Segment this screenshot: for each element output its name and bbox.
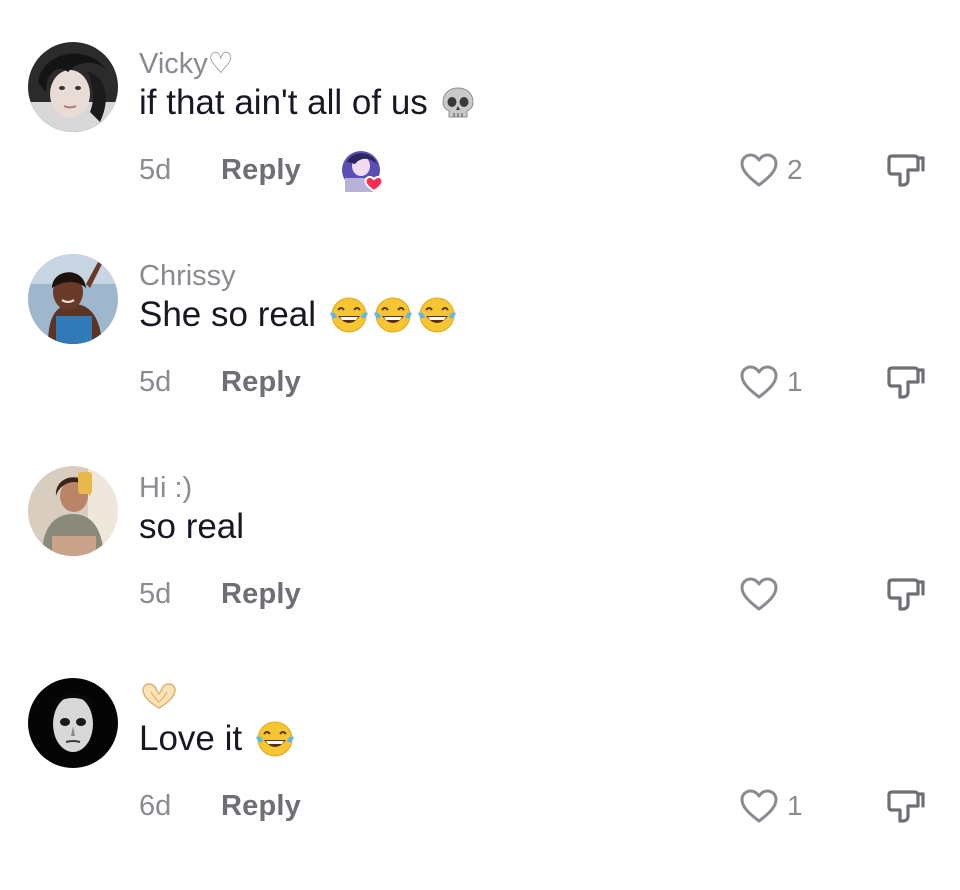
emoji-group [328,295,458,335]
comment-time: 5d [139,153,172,186]
heart-outline-icon [740,153,778,187]
comment-text-content: She so real [139,295,317,334]
dislike-button[interactable] [886,150,926,190]
like-button[interactable]: 1 [739,362,803,402]
reply-button[interactable]: Reply [221,790,301,823]
thumbs-down-icon [887,154,925,187]
comment-text: so real [139,504,244,550]
comment-time: 6d [139,789,172,822]
dislike-button[interactable] [886,362,926,402]
comment-meta: 5d Reply [139,362,301,402]
emoji-group [440,85,476,121]
heart-outline-icon [740,365,778,399]
dislike-button[interactable] [886,574,926,614]
heart-outline-icon [740,789,778,823]
avatar[interactable] [28,254,118,344]
comment-item: Hi :) so real 5d Reply [0,466,960,678]
thumbs-down-icon [887,578,925,611]
heart-hands-emoji [142,683,176,709]
comment-time: 5d [139,577,172,610]
thumbs-down-icon [887,366,925,399]
comment-meta: 5d Reply [139,150,384,193]
comment-text-content: if that ain't all of us [139,83,428,122]
tears-of-joy-emoji [330,297,369,333]
dislike-button[interactable] [886,786,926,826]
like-button[interactable] [739,574,787,614]
username[interactable]: Hi :) [139,470,192,506]
emoji-group [254,719,296,759]
thumbs-down-icon [887,790,925,823]
skull-emoji [442,87,474,118]
like-count: 1 [787,366,803,397]
username[interactable]: Chrissy [139,258,236,294]
like-button[interactable]: 1 [739,786,803,826]
reply-button[interactable]: Reply [221,154,301,187]
comment-text: She so real [139,292,458,338]
tears-of-joy-emoji [374,297,413,333]
reply-button[interactable]: Reply [221,578,301,611]
comment-item: Vicky♡ if that ain't all of us 5d Reply [0,42,960,254]
avatar[interactable] [28,678,118,768]
comment-time: 5d [139,365,172,398]
comment-text: if that ain't all of us [139,80,476,126]
comment-meta: 6d Reply [139,786,301,826]
like-count: 2 [787,154,803,185]
username[interactable]: Vicky♡ [139,46,234,82]
like-button[interactable]: 2 [739,150,803,190]
comment-text: Love it [139,716,296,762]
comment-item: Love it 6d Reply 1 [0,678,960,890]
comment-meta: 5d Reply [139,574,301,614]
tears-of-joy-emoji [256,721,295,757]
avatar[interactable] [28,466,118,556]
tears-of-joy-emoji [418,297,457,333]
avatar[interactable] [28,42,118,132]
like-count: 1 [787,790,803,821]
reply-button[interactable]: Reply [221,366,301,399]
creator-liked-badge [341,150,384,193]
comment-text-content: Love it [139,719,243,758]
comment-item: Chrissy She so real 5d Reply 1 [0,254,960,466]
heart-outline-icon [740,577,778,611]
comment-text-content: so real [139,507,245,546]
